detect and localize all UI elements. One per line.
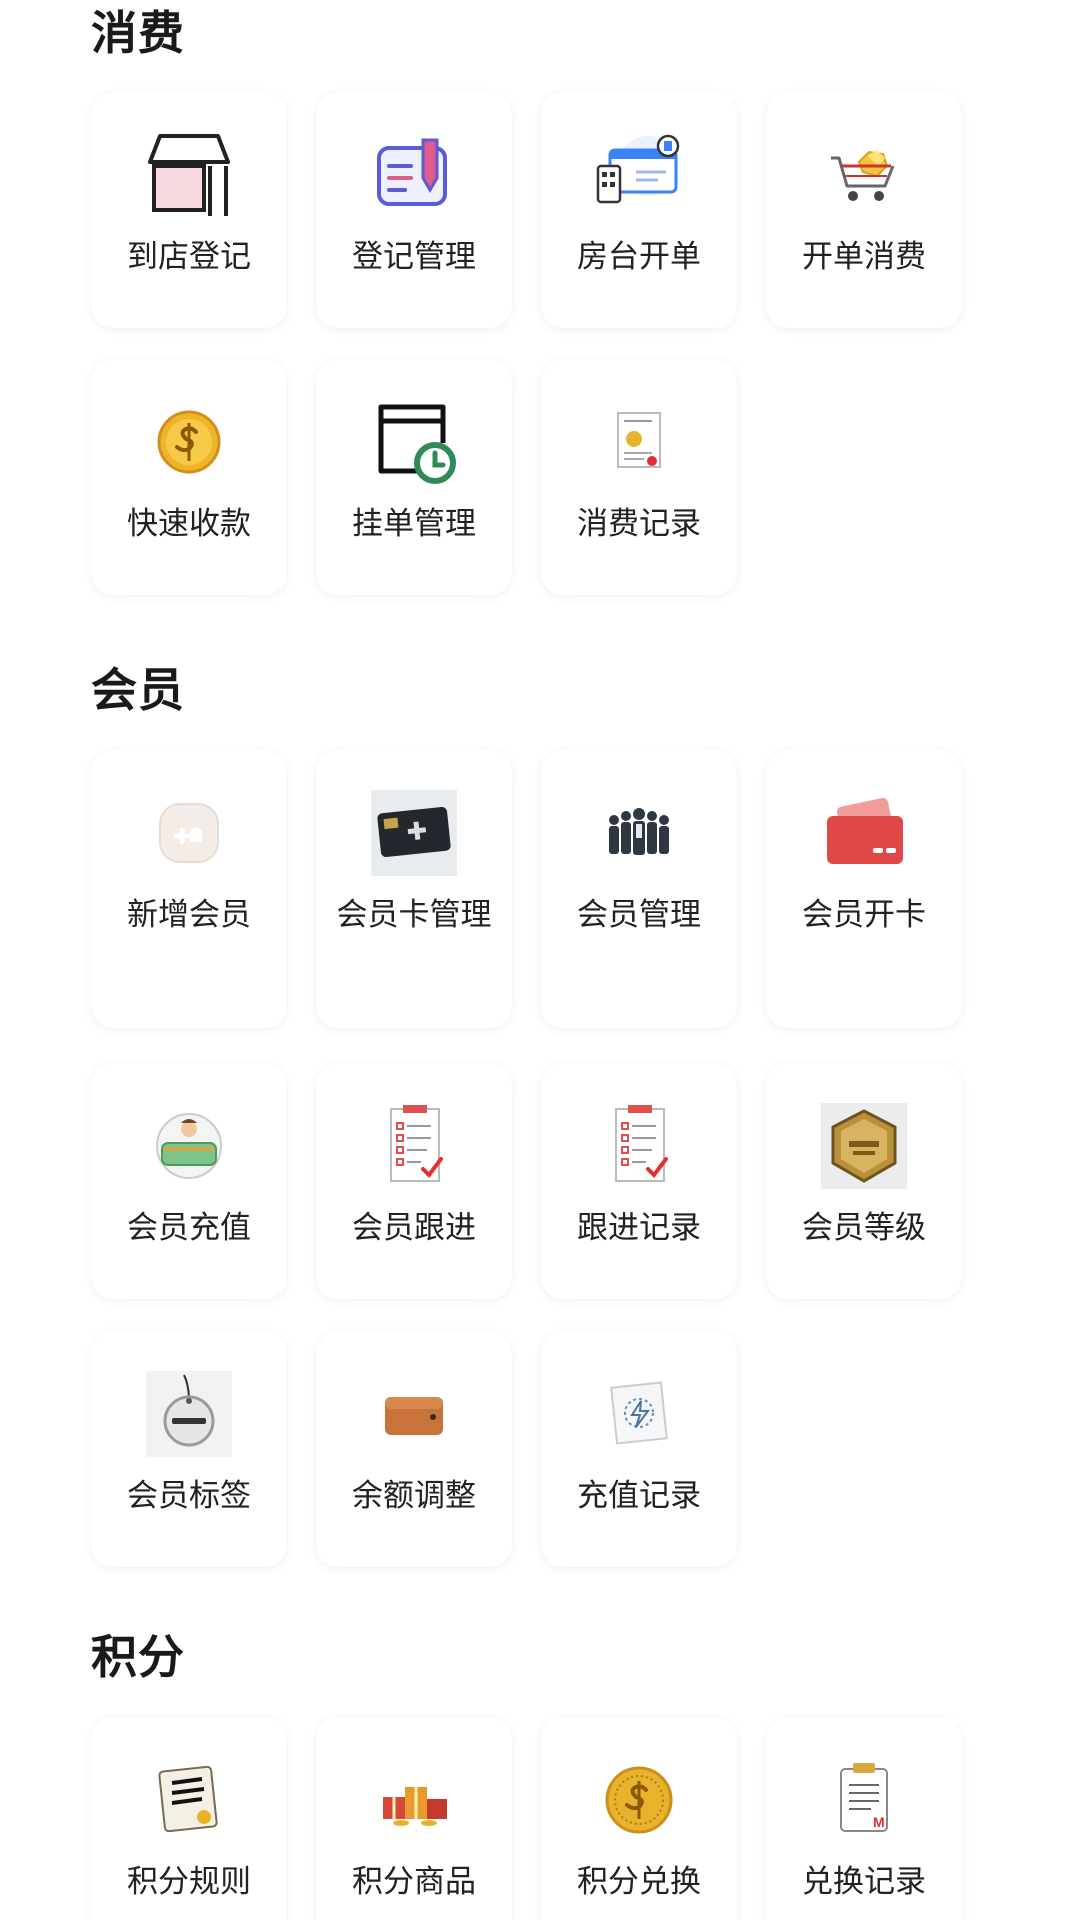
tile-label: 积分规则	[127, 1864, 251, 1900]
gift-boxes-icon	[371, 1757, 457, 1843]
checklist-document-icon	[596, 1103, 682, 1189]
tile-label: 登记管理	[352, 239, 476, 275]
shopping-cart-icon	[821, 132, 907, 218]
tile-quick-payment[interactable]: 快速收款	[91, 359, 287, 595]
tile-follow-up-records[interactable]: 跟进记录	[541, 1063, 737, 1299]
tile-label: 会员等级	[802, 1210, 926, 1246]
section-title-member: 会员	[91, 663, 185, 717]
tile-member-tags[interactable]: 会员标签	[91, 1331, 287, 1567]
tile-pending-order-management[interactable]: 挂单管理	[316, 359, 512, 595]
tile-label: 充值记录	[577, 1478, 701, 1514]
checklist-document-icon	[371, 1103, 457, 1189]
section-title-consumption: 消费	[91, 6, 185, 60]
tile-points-products[interactable]: 积分商品	[316, 1717, 512, 1920]
tile-label: 跟进记录	[577, 1210, 701, 1246]
svg-text:M: M	[873, 1814, 885, 1830]
tile-consumption-records[interactable]: 消费记录	[541, 359, 737, 595]
tile-label: 会员开卡	[802, 897, 926, 933]
tile-label: 房台开单	[577, 239, 701, 275]
tile-label: 余额调整	[352, 1478, 476, 1514]
tile-member-recharge[interactable]: 会员充值	[91, 1063, 287, 1299]
tile-member-follow-up[interactable]: 会员跟进	[316, 1063, 512, 1299]
tile-points-exchange[interactable]: 积分兑换	[541, 1717, 737, 1920]
wallet-icon	[371, 1371, 457, 1457]
tile-label: 积分兑换	[577, 1864, 701, 1900]
storefront-icon	[146, 132, 232, 218]
tile-label: 快速收款	[127, 506, 251, 542]
pending-order-clock-icon	[371, 399, 457, 485]
people-group-icon	[596, 790, 682, 876]
receipt-document-icon	[596, 399, 682, 485]
tile-register-management[interactable]: 登记管理	[316, 92, 512, 328]
tile-label: 新增会员	[127, 897, 251, 933]
tile-recharge-records[interactable]: 充值记录	[541, 1331, 737, 1567]
tile-label: 挂单管理	[352, 506, 476, 542]
tile-label: 开单消费	[802, 239, 926, 275]
member-tag-icon	[146, 1371, 232, 1457]
section-title-points: 积分	[91, 1630, 185, 1684]
add-member-icon	[146, 790, 232, 876]
tile-label: 会员管理	[577, 897, 701, 933]
clipboard-list-icon: M	[821, 1757, 907, 1843]
tile-points-rules[interactable]: 积分规则	[91, 1717, 287, 1920]
tile-label: 会员标签	[127, 1478, 251, 1514]
lightning-card-icon	[596, 1371, 682, 1457]
tile-member-level[interactable]: 会员等级	[766, 1063, 962, 1299]
qr-order-icon	[596, 132, 682, 218]
tile-balance-adjustment[interactable]: 余额调整	[316, 1331, 512, 1567]
tile-open-order-consume[interactable]: 开单消费	[766, 92, 962, 328]
tile-exchange-records[interactable]: M 兑换记录	[766, 1717, 962, 1920]
tile-room-order[interactable]: 房台开单	[541, 92, 737, 328]
tile-member-card-management[interactable]: 会员卡管理	[316, 750, 512, 1028]
tile-add-member[interactable]: 新增会员	[91, 750, 287, 1028]
tile-label: 会员跟进	[352, 1210, 476, 1246]
tile-label: 到店登记	[127, 239, 251, 275]
tile-label: 会员卡管理	[336, 897, 492, 933]
tile-label: 会员充值	[127, 1210, 251, 1246]
tile-store-checkin[interactable]: 到店登记	[91, 92, 287, 328]
credit-card-icon	[821, 790, 907, 876]
register-edit-icon	[371, 132, 457, 218]
money-recharge-icon	[146, 1103, 232, 1189]
tile-member-open-card[interactable]: 会员开卡	[766, 750, 962, 1028]
member-card-icon	[371, 790, 457, 876]
feature-menu-page: 消费 到店登记 登记管理 房台开单 开单消费 快速收款 挂单管理 消费记录 会员…	[0, 0, 1080, 1920]
tile-label: 消费记录	[577, 506, 701, 542]
dollar-coin-icon	[146, 399, 232, 485]
tile-member-management[interactable]: 会员管理	[541, 750, 737, 1028]
rule-book-icon	[146, 1757, 232, 1843]
gold-coin-icon	[596, 1757, 682, 1843]
tile-label: 积分商品	[352, 1864, 476, 1900]
gold-level-badge-icon	[821, 1103, 907, 1189]
tile-label: 兑换记录	[802, 1864, 926, 1900]
